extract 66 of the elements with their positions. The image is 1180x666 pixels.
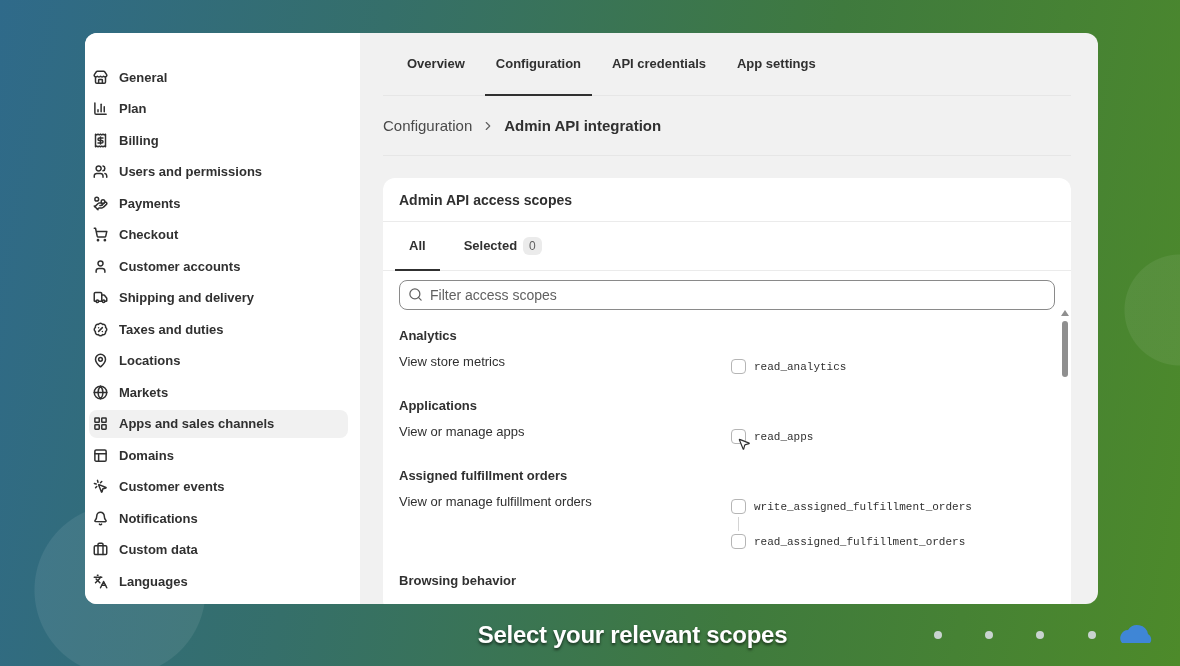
- percent-badge-icon: [93, 321, 108, 337]
- scope-name: read_analytics: [754, 360, 847, 373]
- sidebar-item[interactable]: Domains: [89, 441, 348, 469]
- sidebar-item[interactable]: Customer accounts: [89, 252, 348, 280]
- pointer-click-icon: [93, 479, 108, 494]
- scope-name: read_apps: [754, 430, 814, 443]
- section-description: View or manage apps: [399, 424, 526, 441]
- languages-icon: [93, 573, 108, 589]
- tab[interactable]: Configuration: [484, 33, 593, 96]
- sidebar-item[interactable]: Locations: [89, 346, 348, 375]
- sidebar-item[interactable]: Customer events: [89, 472, 348, 501]
- section-heading: Analytics: [399, 327, 458, 345]
- tab[interactable]: API credentials: [601, 33, 717, 96]
- search-icon: [408, 287, 423, 302]
- truck-icon: [93, 290, 108, 305]
- checkbox[interactable]: [731, 534, 746, 549]
- hand-coins-icon: [93, 195, 108, 211]
- search-field[interactable]: Filter access scopes: [399, 280, 1055, 310]
- sidebar-item[interactable]: Plan: [89, 94, 348, 123]
- user-icon: [93, 258, 108, 274]
- receipt-icon: [93, 132, 108, 148]
- sidebar-item[interactable]: Users and permissions: [89, 157, 348, 186]
- sidebar-item[interactable]: Languages: [89, 567, 348, 595]
- sidebar-item[interactable]: Shipping and delivery: [89, 283, 348, 312]
- sidebar-item[interactable]: Apps and sales channels: [89, 409, 348, 438]
- sidebar-item[interactable]: Checkout: [89, 220, 348, 249]
- page-title: Admin API integration: [504, 117, 662, 134]
- scope-name: read_assigned_fulfillment_orders: [754, 535, 966, 548]
- section-heading: Applications: [399, 397, 478, 415]
- section-heading: Assigned fulfillment orders: [399, 467, 569, 485]
- sidebar-item[interactable]: Payments: [89, 189, 348, 217]
- sidebar-item[interactable]: Custom data: [89, 535, 348, 564]
- tab-label: Selected: [463, 238, 518, 253]
- filter-tab[interactable]: All: [395, 222, 440, 271]
- card-title: Admin API access scopes: [383, 178, 1071, 222]
- checkbox[interactable]: [731, 499, 746, 514]
- users-icon: [93, 164, 108, 179]
- scroll-up-icon[interactable]: [1061, 310, 1069, 316]
- sidebar-item[interactable]: Taxes and duties: [89, 315, 348, 343]
- tab[interactable]: Overview: [396, 33, 476, 96]
- count-badge: 0: [523, 236, 542, 255]
- cursor-icon: [737, 437, 751, 451]
- scrollbar-thumb[interactable]: [1062, 321, 1068, 377]
- tab-label: All: [409, 238, 426, 253]
- sidebar-item[interactable]: General: [89, 63, 348, 91]
- checkbox[interactable]: [731, 359, 746, 374]
- sidebar-item[interactable]: Markets: [89, 378, 348, 406]
- scope-name: write_assigned_fulfillment_orders: [754, 500, 972, 513]
- tab[interactable]: App settings: [726, 33, 827, 96]
- browser-icon: [93, 447, 108, 463]
- caption: Select your relevant scopes: [477, 621, 788, 649]
- briefcase-icon: [93, 542, 108, 557]
- section-description: View or manage fulfillment orders: [399, 494, 593, 511]
- section-description: View store metrics: [399, 354, 506, 371]
- bell-icon: [93, 510, 108, 526]
- map-pin-icon: [93, 353, 108, 368]
- chart-icon: [93, 101, 108, 116]
- filter-tab[interactable]: Selected 0: [449, 222, 556, 271]
- breadcrumb-link[interactable]: Configuration: [383, 117, 473, 134]
- grid-icon: [93, 416, 108, 431]
- store-icon: [93, 69, 108, 85]
- globe-icon: [93, 384, 108, 400]
- sidebar-item[interactable]: Billing: [89, 126, 348, 154]
- section-heading: Browsing behavior: [399, 572, 518, 590]
- sidebar-item[interactable]: Notifications: [89, 504, 348, 532]
- cart-icon: [93, 227, 108, 242]
